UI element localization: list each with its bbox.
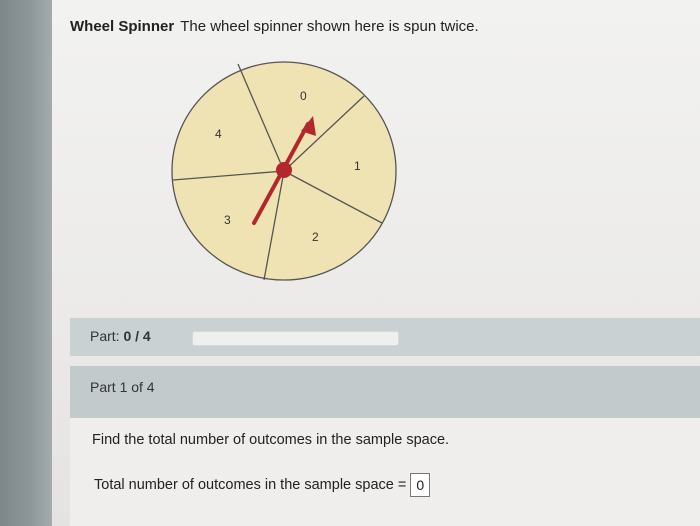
sector-label-1: 1	[354, 159, 361, 173]
answer-row: Total number of outcomes in the sample s…	[94, 473, 431, 497]
question-content: Find the total number of outcomes in the…	[70, 418, 700, 526]
answer-input[interactable]: 0	[410, 473, 431, 497]
question-prompt: Wheel Spinner The wheel spinner shown her…	[70, 18, 670, 35]
left-rail	[0, 0, 52, 526]
part-progress-bar: Part: 0 / 4	[70, 318, 700, 356]
question-text: The wheel spinner shown here is spun twi…	[180, 18, 479, 35]
sector-label-4: 4	[215, 127, 222, 141]
question-title: Wheel Spinner	[70, 18, 175, 35]
part-indicator: Part: 0 / 4	[90, 328, 151, 344]
equals-sign: =	[397, 477, 407, 493]
section-title: Part 1 of 4	[90, 379, 155, 395]
section-header: Part 1 of 4	[70, 366, 700, 418]
answer-label: Total number of outcomes in the sample s…	[94, 477, 394, 493]
wheel-spinner: 0 1 2 3 4	[168, 58, 400, 284]
wheel-spinner-graphic: 0 1 2 3 4	[171, 61, 397, 281]
sector-label-0: 0	[300, 89, 307, 103]
spinner-hub	[276, 162, 292, 178]
instruction-text: Find the total number of outcomes in the…	[92, 432, 450, 448]
part-label-text: Part:	[90, 328, 120, 344]
progress-track	[192, 331, 399, 346]
sector-label-3: 3	[224, 213, 231, 227]
part-count: 0 / 4	[123, 328, 151, 344]
sector-label-2: 2	[312, 230, 319, 244]
